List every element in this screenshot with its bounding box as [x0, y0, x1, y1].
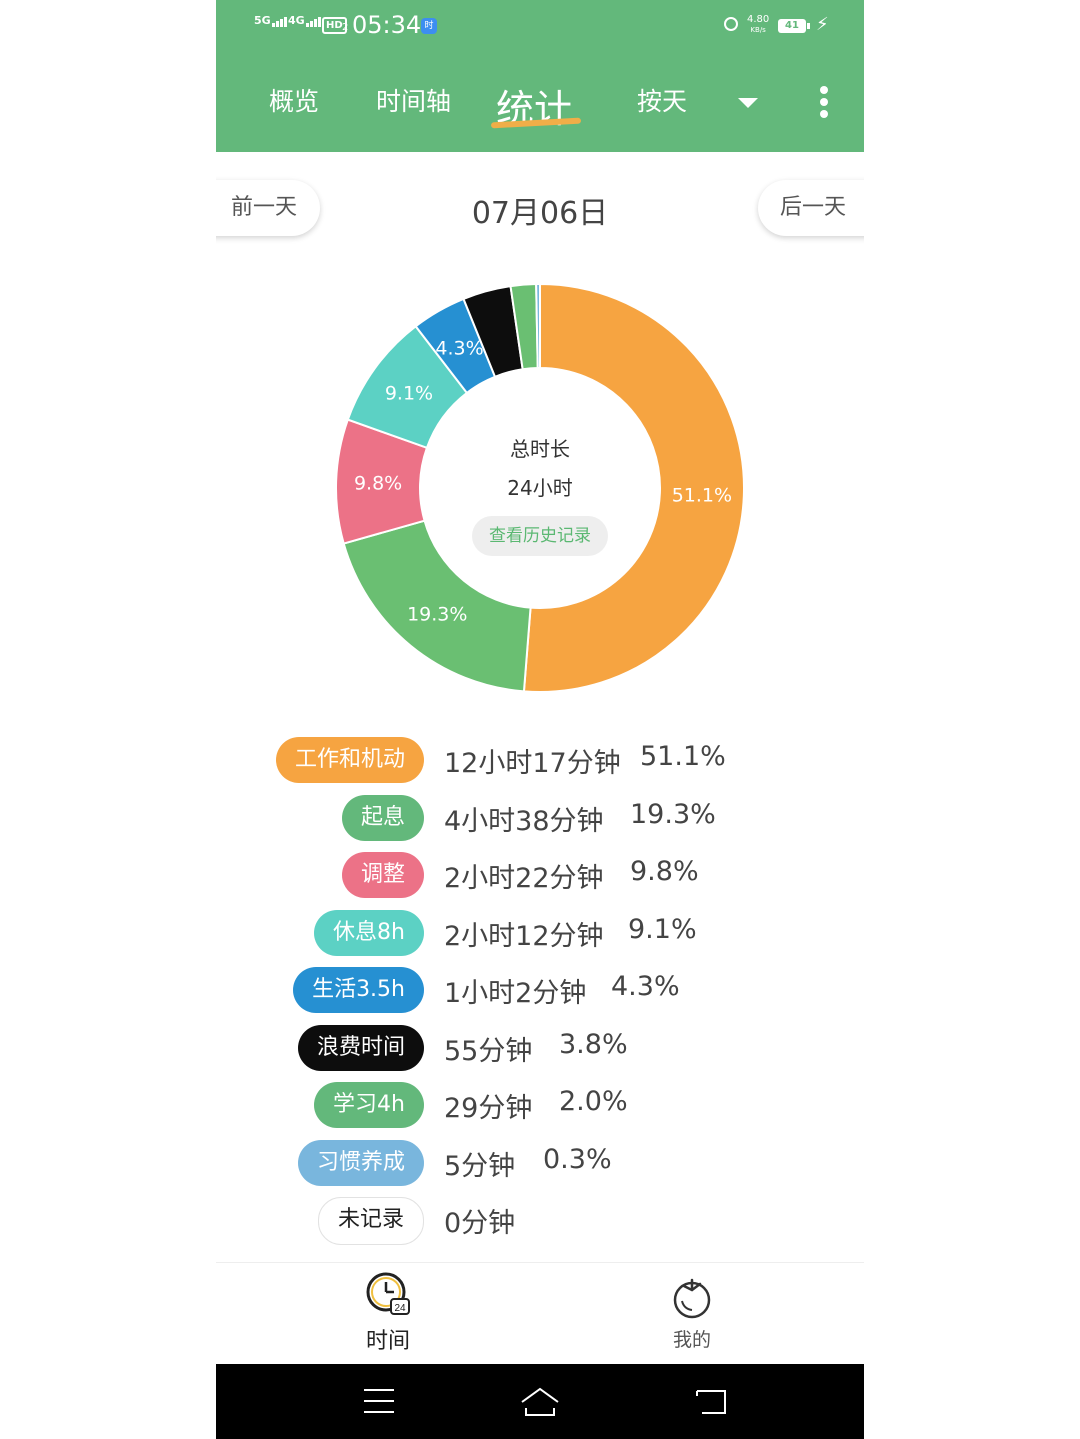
donut-slice-8[interactable]	[535, 282, 541, 370]
category-percent: 9.1%	[628, 913, 697, 945]
legend-row[interactable]: 休息8h 2小时12分钟 9.1%	[216, 908, 864, 958]
tab-timeline[interactable]: 时间轴	[376, 82, 451, 118]
charging-icon: ⚡	[816, 14, 829, 35]
category-duration: 12小时17分钟	[444, 748, 621, 779]
network-speed-unit: KB/s	[750, 26, 766, 34]
hd-badge-label: HD	[326, 20, 343, 31]
category-tag[interactable]: 调整	[341, 852, 424, 898]
view-history-button[interactable]: 查看历史记录	[472, 516, 608, 556]
signal-5g-label: 5G	[254, 14, 271, 27]
category-duration: 5分钟	[444, 1150, 516, 1182]
period-selector[interactable]: 按天	[637, 82, 687, 118]
category-tag[interactable]: 习惯养成	[297, 1139, 424, 1186]
category-percent: 0.3%	[543, 1143, 612, 1175]
caret-down-icon[interactable]	[738, 98, 758, 108]
category-tag[interactable]: 工作和机动	[275, 737, 424, 783]
category-tag[interactable]: 生活3.5h	[293, 967, 424, 1013]
total-duration-value: 24小时	[507, 476, 573, 500]
legend-row[interactable]: 起息 4小时38分钟 19.3%	[216, 793, 864, 843]
category-tag[interactable]: 学习4h	[314, 1082, 424, 1128]
legend-row[interactable]: 学习4h 29分钟 2.0%	[216, 1080, 864, 1130]
category-tag[interactable]: 浪费时间	[297, 1024, 424, 1071]
tab-overview[interactable]: 概览	[269, 82, 319, 118]
category-tag[interactable]: 起息	[341, 794, 424, 841]
category-duration: 4小时38分钟	[444, 805, 604, 837]
bottom-tab-me[interactable]: 我的	[652, 1275, 732, 1352]
category-tag[interactable]: 休息8h	[314, 909, 424, 956]
battery-icon: 41	[778, 19, 810, 33]
legend-row[interactable]: 调整 2小时22分钟 9.8%	[216, 850, 864, 900]
category-duration: 29分钟	[444, 1093, 533, 1124]
category-percent: 2.0%	[559, 1086, 628, 1117]
app-header: 5G 4G HD 2 05:34 时 4.80 KB/s 41 ⚡ 概览 时间轴…	[216, 0, 864, 152]
legend-row[interactable]: 浪费时间 55分钟 3.8%	[216, 1023, 864, 1073]
more-options-icon[interactable]	[820, 86, 828, 122]
signal-4g-icon: 4G	[288, 14, 322, 27]
category-percent: 19.3%	[630, 798, 716, 830]
legend-row[interactable]: 生活3.5h 1小时2分钟 4.3%	[216, 965, 864, 1015]
system-navigation-bar	[216, 1364, 864, 1439]
svg-text:24: 24	[394, 1303, 406, 1314]
category-percent: 3.8%	[559, 1028, 628, 1060]
network-speed-value: 4.80	[747, 14, 770, 25]
back-icon[interactable]	[694, 1388, 728, 1416]
app-notification-icon: 时	[421, 18, 437, 34]
hd-sub: 2	[342, 22, 349, 33]
next-day-button[interactable]: 后一天	[758, 180, 864, 236]
category-percent: 9.8%	[630, 856, 699, 887]
legend-row[interactable]: 未记录 0分钟	[216, 1195, 864, 1245]
category-duration: 2小时22分钟	[444, 863, 604, 894]
bottom-tab-bar: 24 时间 我的	[216, 1262, 864, 1365]
category-duration: 0分钟	[444, 1208, 516, 1239]
donut-slice-label-4: 9.1%	[385, 383, 433, 405]
total-duration-title: 总时长	[510, 437, 570, 461]
bottom-tab-time-label: 时间	[365, 1329, 410, 1354]
tomato-icon	[673, 1278, 711, 1319]
category-duration: 55分钟	[444, 1035, 533, 1067]
app-screen: 5G 4G HD 2 05:34 时 4.80 KB/s 41 ⚡ 概览 时间轴…	[216, 0, 864, 1439]
category-percent: 4.3%	[611, 971, 680, 1002]
alarm-icon	[724, 17, 738, 31]
donut-slice-label-2: 19.3%	[407, 603, 467, 625]
clock-24-icon: 24	[366, 1272, 410, 1315]
home-icon[interactable]	[518, 1386, 562, 1418]
category-duration: 2小时12分钟	[444, 920, 604, 952]
category-tag[interactable]: 未记录	[317, 1197, 424, 1245]
signal-4g-label: 4G	[288, 14, 305, 27]
legend-row[interactable]: 工作和机动 12小时17分钟 51.1%	[216, 735, 864, 785]
menu-icon[interactable]	[364, 1389, 394, 1422]
status-bar: 5G 4G HD 2 05:34 时 4.80 KB/s 41 ⚡	[216, 0, 864, 52]
network-speed: 4.80 KB/s	[747, 15, 769, 35]
donut-slice-label-5: 4.3%	[435, 337, 483, 359]
bottom-tab-time[interactable]: 24 时间	[346, 1271, 430, 1355]
status-time: 05:34	[352, 11, 422, 39]
category-percent: 51.1%	[640, 741, 726, 772]
legend-row[interactable]: 习惯养成 5分钟 0.3%	[216, 1138, 864, 1188]
bottom-tab-me-label: 我的	[672, 1329, 711, 1351]
signal-5g-icon: 5G	[254, 14, 288, 27]
category-duration: 1小时2分钟	[444, 978, 587, 1009]
